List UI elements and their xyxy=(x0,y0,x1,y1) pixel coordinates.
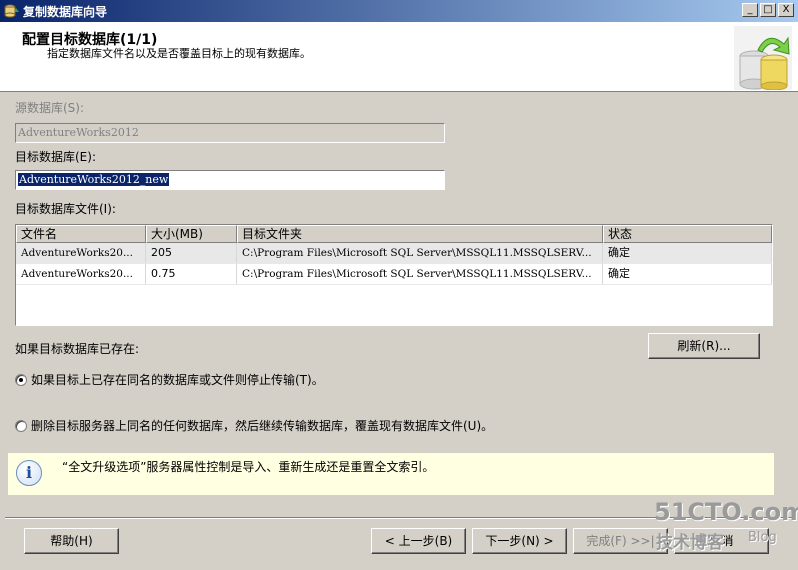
column-header-filename[interactable]: 文件名 xyxy=(16,225,146,243)
cell-status: 确定 xyxy=(603,264,772,284)
window-titlebar[interactable]: 复制数据库向导 _ □ X xyxy=(0,0,798,22)
help-button[interactable]: 帮助(H) xyxy=(24,528,119,554)
table-row[interactable]: AdventureWorks20... 205 C:\Program Files… xyxy=(16,243,772,264)
cell-filename[interactable]: AdventureWorks20... xyxy=(16,243,146,263)
source-db-field: AdventureWorks2012 xyxy=(15,123,445,143)
target-db-field[interactable]: AdventureWorks2012_new xyxy=(15,170,445,190)
info-panel: i “全文升级选项”服务器属性控制是导入、重新生成还是重置全文索引。 xyxy=(8,453,774,495)
next-button[interactable]: 下一步(N) > xyxy=(472,528,567,554)
page-subtitle: 指定数据库文件名以及是否覆盖目标上的现有数据库。 xyxy=(47,47,311,60)
column-header-status[interactable]: 状态 xyxy=(603,225,772,243)
site-watermark: 51CTO.com 技术博客 Blog xyxy=(654,498,798,556)
window-controls: _ □ X xyxy=(742,3,794,17)
watermark-blog-label: 技术博客 xyxy=(656,533,724,553)
database-wizard-icon xyxy=(4,3,20,19)
target-files-grid[interactable]: 文件名 大小(MB) 目标文件夹 状态 AdventureWorks20... … xyxy=(15,224,773,326)
cell-folder[interactable]: C:\Program Files\Microsoft SQL Server\MS… xyxy=(237,243,603,263)
cell-size[interactable]: 205 xyxy=(146,243,237,263)
stop-transfer-option[interactable]: 如果目标上已存在同名的数据库或文件则停止传输(T)。 xyxy=(15,371,324,388)
target-db-value: AdventureWorks2012_new xyxy=(18,173,170,186)
cell-status: 确定 xyxy=(603,243,772,263)
refresh-button[interactable]: 刷新(R)... xyxy=(648,333,760,359)
column-header-folder[interactable]: 目标文件夹 xyxy=(237,225,603,243)
column-header-size[interactable]: 大小(MB) xyxy=(146,225,237,243)
database-copy-icon xyxy=(734,26,792,91)
drop-and-continue-radio[interactable] xyxy=(15,419,27,432)
wizard-header: 配置目标数据库(1/1) 指定数据库文件名以及是否覆盖目标上的现有数据库。 xyxy=(0,22,798,92)
close-button[interactable]: X xyxy=(778,3,794,17)
target-files-label: 目标数据库文件(I): xyxy=(15,202,116,216)
drop-and-continue-option[interactable]: 删除目标服务器上同名的任何数据库，然后继续传输数据库，覆盖现有数据库文件(U)。 xyxy=(15,417,493,434)
cell-folder[interactable]: C:\Program Files\Microsoft SQL Server\MS… xyxy=(237,264,603,284)
target-db-label: 目标数据库(E): xyxy=(15,150,96,164)
window-title: 复制数据库向导 xyxy=(23,4,108,19)
minimize-button[interactable]: _ xyxy=(742,3,758,17)
info-icon: i xyxy=(16,460,42,486)
table-row[interactable]: AdventureWorks20... 0.75 C:\Program File… xyxy=(16,264,772,285)
info-text: “全文升级选项”服务器属性控制是导入、重新生成还是重置全文索引。 xyxy=(62,460,435,474)
watermark-site-name: 51CTO.com xyxy=(654,498,798,526)
grid-header: 文件名 大小(MB) 目标文件夹 状态 xyxy=(16,225,772,243)
if-exists-label: 如果目标数据库已存在: xyxy=(15,342,140,356)
source-db-label: 源数据库(S): xyxy=(15,101,85,115)
watermark-blog-text: Blog xyxy=(748,530,777,545)
stop-transfer-label[interactable]: 如果目标上已存在同名的数据库或文件则停止传输(T)。 xyxy=(31,371,324,388)
stop-transfer-radio[interactable] xyxy=(15,373,27,386)
cell-size[interactable]: 0.75 xyxy=(146,264,237,284)
maximize-button[interactable]: □ xyxy=(760,3,776,17)
cell-filename[interactable]: AdventureWorks20... xyxy=(16,264,146,284)
back-button[interactable]: < 上一步(B) xyxy=(371,528,466,554)
drop-and-continue-label[interactable]: 删除目标服务器上同名的任何数据库，然后继续传输数据库，覆盖现有数据库文件(U)。 xyxy=(31,417,493,434)
